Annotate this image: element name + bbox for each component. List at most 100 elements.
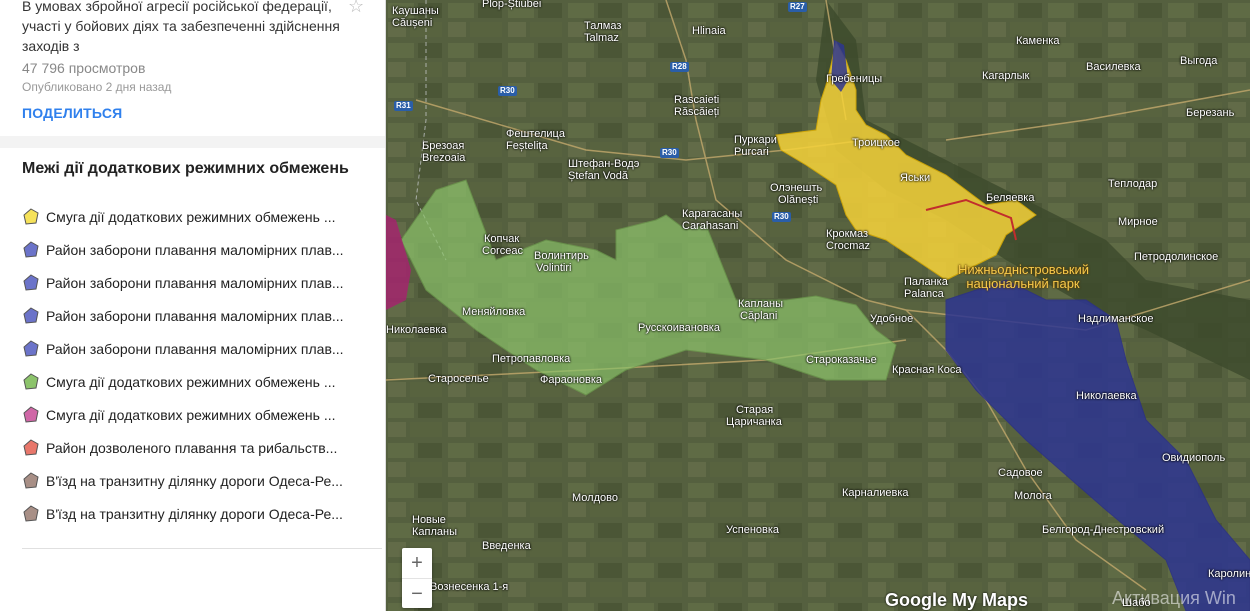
place-label: Căușeni — [392, 17, 433, 29]
polygon-icon — [23, 306, 39, 324]
place-label: Olănești — [778, 194, 819, 206]
legend-item[interactable]: Район заборони плавання маломірних плав.… — [22, 332, 362, 365]
view-count: 47 796 просмотров — [22, 60, 146, 76]
polygon-icon — [23, 405, 39, 423]
legend-label: Район заборони плавання маломірних плав.… — [46, 274, 344, 291]
place-label: Красная Коса — [892, 364, 962, 376]
place-label: Старосельe — [428, 373, 489, 385]
place-label: Мирное — [1118, 216, 1158, 228]
road-badge: R28 — [670, 62, 689, 72]
place-label: Садовое — [998, 467, 1043, 479]
polygon-icon — [23, 273, 39, 291]
polygon-icon — [23, 438, 39, 456]
place-label: Căplani — [740, 310, 778, 322]
place-label: Белгород-Днестровский — [1042, 524, 1165, 536]
share-button[interactable]: ПОДЕЛИТЬСЯ — [22, 105, 122, 121]
place-label: Plop-Știubei — [482, 0, 542, 10]
legend-label: В'їзд на транзитну ділянку дороги Одеса-… — [46, 505, 343, 522]
place-label: Николаевка — [1076, 390, 1137, 402]
place-label: Талмаз — [584, 20, 622, 32]
legend-item[interactable]: Смуга дії додаткових режимних обмежень .… — [22, 398, 362, 431]
park-label: Нижньодністровський національний парк — [958, 262, 1090, 291]
legend-label: Район заборони плавання маломірних плав.… — [46, 340, 344, 357]
place-label: Введенка — [482, 540, 531, 552]
place-label: Пуркари — [734, 134, 777, 146]
layer-title: Межі дії додаткових режимних обмежень — [22, 160, 349, 177]
place-label: Răscăieți — [674, 106, 720, 118]
place-label: Капланы — [738, 298, 783, 310]
legend-item[interactable]: Смуга дії додаткових режимних обмежень .… — [22, 200, 362, 233]
place-label: Вознесенка 1-я — [430, 581, 509, 593]
place-label: Новые — [412, 514, 446, 526]
place-label: Carahasani — [682, 220, 739, 232]
place-label: Карналиевка — [842, 487, 909, 499]
place-label: Овидиополь — [1162, 452, 1226, 464]
road-badge: R30 — [498, 86, 517, 96]
place-label: Староказачье — [806, 354, 877, 366]
place-label: Штефан-Водэ — [568, 158, 640, 170]
zoom-in-button[interactable]: + — [402, 548, 432, 579]
place-label: Каролино — [1208, 568, 1250, 580]
road-badge: R30 — [772, 212, 791, 222]
place-label: Олэнешть — [770, 182, 823, 194]
legend-label: Смуга дії додаткових режимних обмежень .… — [46, 208, 336, 225]
legend-label: В'їзд на транзитну ділянку дороги Одеса-… — [46, 472, 343, 489]
place-label: Петропавловка — [492, 353, 571, 365]
place-label: Talmaz — [584, 32, 619, 44]
place-label: Выгода — [1180, 55, 1218, 67]
polygon-icon — [23, 240, 39, 258]
published-date: Опубликовано 2 дня назад — [22, 80, 172, 94]
place-label: Царичанка — [726, 416, 782, 428]
legend-item[interactable]: Смуга дії додаткових режимних обмежень .… — [22, 365, 362, 398]
legend-item[interactable]: Район заборони плавання маломірних плав.… — [22, 233, 362, 266]
place-label: Карагасаны — [682, 208, 743, 220]
place-label: Беляевка — [986, 192, 1035, 204]
place-label: Троицкое — [852, 137, 900, 149]
star-icon[interactable]: ☆ — [348, 0, 364, 17]
place-label: Purcari — [734, 146, 769, 158]
place-label: Каменка — [1016, 35, 1060, 47]
place-label: Меняйловка — [462, 306, 526, 318]
road-badge: R31 — [394, 101, 413, 111]
place-label: Копчак — [484, 233, 520, 245]
map-attribution: Google My Maps — [885, 590, 1029, 610]
map-canvas[interactable]: R27 R28 R30 R31 R30 R30 Каушаны Căușeni … — [386, 0, 1250, 611]
legend-label: Район заборони плавання маломірних плав.… — [46, 241, 344, 258]
place-label: Brezoaia — [422, 152, 466, 164]
legend-item[interactable]: Район дозволеного плавання та рибальств.… — [22, 431, 362, 464]
legend-item[interactable]: Район заборони плавання маломірних плав.… — [22, 266, 362, 299]
zoom-control: + − — [402, 548, 432, 608]
road-badge: R30 — [660, 148, 679, 158]
place-label: Старая — [736, 404, 774, 416]
place-label: Петродолинское — [1134, 251, 1219, 263]
place-label: Volintiri — [536, 262, 572, 274]
polygon-icon — [23, 504, 39, 522]
place-label: Фараоновка — [540, 374, 603, 386]
map-description: В умовах збройної агресії російської фед… — [22, 0, 340, 54]
legend-label: Район дозволеного плавання та рибальств.… — [46, 439, 338, 456]
place-label: Волинтирь — [534, 250, 589, 262]
polygon-icon — [23, 372, 39, 390]
legend-item[interactable]: В'їзд на транзитну ділянку дороги Одеса-… — [22, 464, 362, 497]
legend-label: Район заборони плавання маломірних плав.… — [46, 307, 344, 324]
place-label: Молога — [1014, 490, 1052, 502]
polygon-icon — [23, 339, 39, 357]
legend-item[interactable]: В'їзд на транзитну ділянку дороги Одеса-… — [22, 497, 362, 530]
place-label: Удобное — [870, 313, 914, 325]
place-label: Паланка — [904, 276, 948, 288]
legend-item[interactable]: Район заборони плавання маломірних плав.… — [22, 299, 362, 332]
place-label: Palanca — [904, 288, 944, 300]
place-label: Ștefan Vodă — [568, 170, 628, 182]
place-label: Надлиманское — [1078, 313, 1154, 325]
zoom-out-button[interactable]: − — [402, 579, 432, 609]
legend-label: Смуга дії додаткових режимних обмежень .… — [46, 373, 336, 390]
place-label: Березань — [1186, 107, 1235, 119]
polygon-icon — [23, 207, 39, 225]
place-label: Капланы — [412, 526, 457, 538]
place-label: Брезоая — [422, 140, 465, 152]
os-watermark: Активация Win — [1112, 588, 1236, 608]
section-divider — [0, 136, 385, 148]
road-badge: R27 — [788, 2, 807, 12]
place-label: Теплодар — [1108, 178, 1158, 190]
place-label: Молдово — [572, 492, 618, 504]
